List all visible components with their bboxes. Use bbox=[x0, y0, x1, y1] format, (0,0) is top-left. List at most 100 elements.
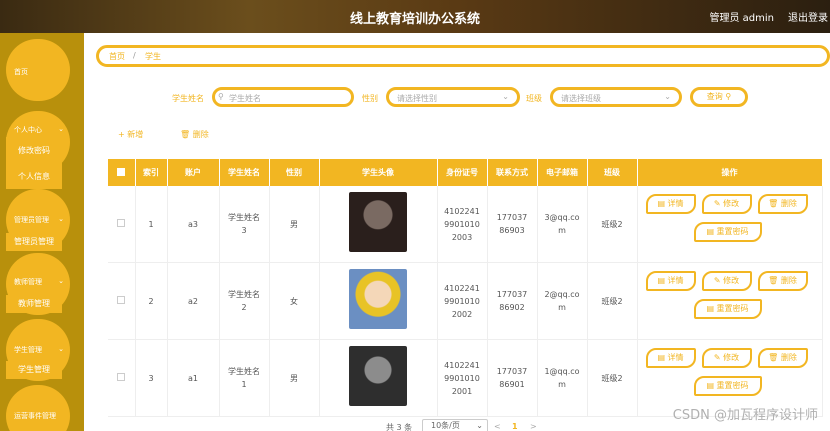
delete-button[interactable]: 🗑 删除 bbox=[757, 194, 808, 214]
gender-select[interactable]: 请选择性别 ⌄ bbox=[386, 87, 520, 107]
plus-icon: + bbox=[118, 130, 125, 139]
select-all-checkbox[interactable] bbox=[108, 159, 136, 186]
chevron-down-icon: ⌄ bbox=[58, 125, 64, 133]
cell-avatar bbox=[319, 339, 438, 417]
edit-button[interactable]: ✎ 修改 bbox=[701, 194, 752, 214]
cell-class: 班级2 bbox=[587, 186, 638, 263]
watermark: CSDN @加瓦程序设计师 bbox=[672, 408, 818, 423]
breadcrumb: 首页 / 学生 bbox=[96, 45, 830, 67]
doc-icon: ▤ bbox=[657, 276, 665, 285]
cell-gender: 男 bbox=[269, 339, 320, 417]
cell-name: 学生姓名2 bbox=[219, 262, 270, 340]
sidebar-subitem-personal-info[interactable]: 个人信息 bbox=[6, 165, 62, 189]
doc-icon: ▤ bbox=[706, 304, 714, 313]
reset-password-button[interactable]: ▤ 重置密码 bbox=[693, 299, 762, 319]
chevron-down-icon: ⌄ bbox=[502, 92, 509, 101]
search-icon: ⚲ bbox=[725, 92, 732, 101]
trash-icon: 🗑 bbox=[768, 276, 779, 285]
detail-button[interactable]: ▤ 详情 bbox=[645, 194, 696, 214]
search-icon: ⚲ bbox=[218, 92, 224, 101]
cell-id-card: 410224199010102002 bbox=[437, 262, 488, 340]
student-avatar bbox=[349, 269, 407, 329]
page-size-select[interactable]: 10条/页 ⌄ bbox=[422, 419, 488, 431]
reset-password-button[interactable]: ▤ 重置密码 bbox=[693, 376, 762, 396]
top-header: 线上教育培训办公系统 管理员 admin 退出登录 bbox=[0, 0, 830, 33]
chevron-down-icon: ⌄ bbox=[58, 345, 64, 353]
col-email: 电子邮箱 bbox=[537, 159, 588, 186]
cell-actions: ▤ 详情 ✎ 修改 🗑 删除 ▤ 重置密码 bbox=[637, 186, 823, 263]
cell-id-card: 410224199010102001 bbox=[437, 339, 488, 417]
batch-delete-button[interactable]: 🗑 删除 bbox=[180, 129, 209, 140]
col-account: 账户 bbox=[167, 159, 220, 186]
cell-avatar bbox=[319, 262, 438, 340]
breadcrumb-current: 学生 bbox=[145, 52, 161, 61]
sidebar-subitem-change-password[interactable]: 修改密码 bbox=[6, 137, 62, 165]
cell-actions: ▤ 详情 ✎ 修改 🗑 删除 ▤ 重置密码 bbox=[637, 262, 823, 340]
page-number-1[interactable]: 1 bbox=[512, 422, 518, 431]
cell-email: 2@qq.com bbox=[537, 262, 588, 340]
pagination-total: 共 3 条 bbox=[386, 423, 413, 431]
cell-phone: 17703786901 bbox=[487, 339, 538, 417]
col-gender: 性别 bbox=[269, 159, 320, 186]
name-label: 学生姓名 bbox=[172, 94, 204, 103]
cell-name: 学生姓名3 bbox=[219, 186, 270, 263]
col-class: 班级 bbox=[587, 159, 638, 186]
table-header-row: 索引 账户 学生姓名 性别 学生头像 身份证号 联系方式 电子邮箱 班级 操作 bbox=[108, 159, 823, 186]
search-button[interactable]: 查询 ⚲ bbox=[690, 87, 748, 107]
edit-button[interactable]: ✎ 修改 bbox=[701, 271, 752, 291]
trash-icon: 🗑 bbox=[768, 353, 779, 362]
table-row: 2 a2 学生姓名2 女 410224199010102002 17703786902 2@… bbox=[108, 262, 823, 340]
col-index: 索引 bbox=[135, 159, 168, 186]
cell-account: a2 bbox=[167, 262, 220, 340]
edit-icon: ✎ bbox=[713, 353, 721, 362]
sidebar-subitem-admin-mgmt[interactable]: 管理员管理 bbox=[6, 233, 62, 251]
class-select[interactable]: 请选择班级 ⌄ bbox=[550, 87, 682, 107]
delete-button[interactable]: 🗑 删除 bbox=[757, 271, 808, 291]
class-label: 班级 bbox=[526, 94, 542, 103]
cell-name: 学生姓名1 bbox=[219, 339, 270, 417]
detail-button[interactable]: ▤ 详情 bbox=[645, 271, 696, 291]
trash-icon: 🗑 bbox=[768, 199, 779, 208]
student-avatar bbox=[349, 346, 407, 406]
prev-page-button[interactable]: < bbox=[494, 422, 501, 431]
add-button[interactable]: + 新增 bbox=[118, 129, 143, 140]
cell-gender: 男 bbox=[269, 186, 320, 263]
cell-gender: 女 bbox=[269, 262, 320, 340]
logout-link[interactable]: 退出登录 bbox=[788, 9, 828, 24]
sidebar-subitem-teacher-mgmt[interactable]: 教师管理 bbox=[6, 295, 62, 313]
col-id-card: 身份证号 bbox=[437, 159, 488, 186]
cell-index: 3 bbox=[135, 339, 168, 417]
cell-email: 3@qq.com bbox=[537, 186, 588, 263]
doc-icon: ▤ bbox=[706, 227, 714, 236]
name-search-input[interactable]: ⚲ 学生姓名 bbox=[212, 87, 354, 107]
cell-index: 2 bbox=[135, 262, 168, 340]
cell-class: 班级2 bbox=[587, 339, 638, 417]
cell-id-card: 410224199010102003 bbox=[437, 186, 488, 263]
edit-icon: ✎ bbox=[713, 276, 721, 285]
chevron-down-icon: ⌄ bbox=[58, 277, 64, 285]
edit-icon: ✎ bbox=[713, 199, 721, 208]
table-row: 1 a3 学生姓名3 男 410224199010102003 17703786903 3@… bbox=[108, 186, 823, 263]
row-checkbox[interactable] bbox=[108, 262, 136, 340]
edit-button[interactable]: ✎ 修改 bbox=[701, 348, 752, 368]
trash-icon: 🗑 bbox=[180, 130, 191, 139]
current-user: 管理员 admin bbox=[709, 13, 774, 24]
sidebar-item-home[interactable]: 首页 bbox=[6, 39, 70, 101]
student-avatar bbox=[349, 192, 407, 252]
reset-password-button[interactable]: ▤ 重置密码 bbox=[693, 222, 762, 242]
chevron-down-icon: ⌄ bbox=[58, 215, 64, 223]
cell-phone: 17703786902 bbox=[487, 262, 538, 340]
row-checkbox[interactable] bbox=[108, 339, 136, 417]
col-actions: 操作 bbox=[637, 159, 823, 186]
sidebar-item-events-mgmt[interactable]: 运营事件管理 bbox=[6, 385, 70, 431]
detail-button[interactable]: ▤ 详情 bbox=[645, 348, 696, 368]
col-avatar: 学生头像 bbox=[319, 159, 438, 186]
row-checkbox[interactable] bbox=[108, 186, 136, 263]
delete-button[interactable]: 🗑 删除 bbox=[757, 348, 808, 368]
next-page-button[interactable]: > bbox=[530, 422, 537, 431]
cell-account: a3 bbox=[167, 186, 220, 263]
sidebar-subitem-student-mgmt[interactable]: 学生管理 bbox=[6, 361, 62, 379]
breadcrumb-home[interactable]: 首页 bbox=[109, 51, 125, 62]
app-title: 线上教育培训办公系统 bbox=[349, 12, 480, 27]
breadcrumb-separator: / bbox=[133, 51, 136, 60]
